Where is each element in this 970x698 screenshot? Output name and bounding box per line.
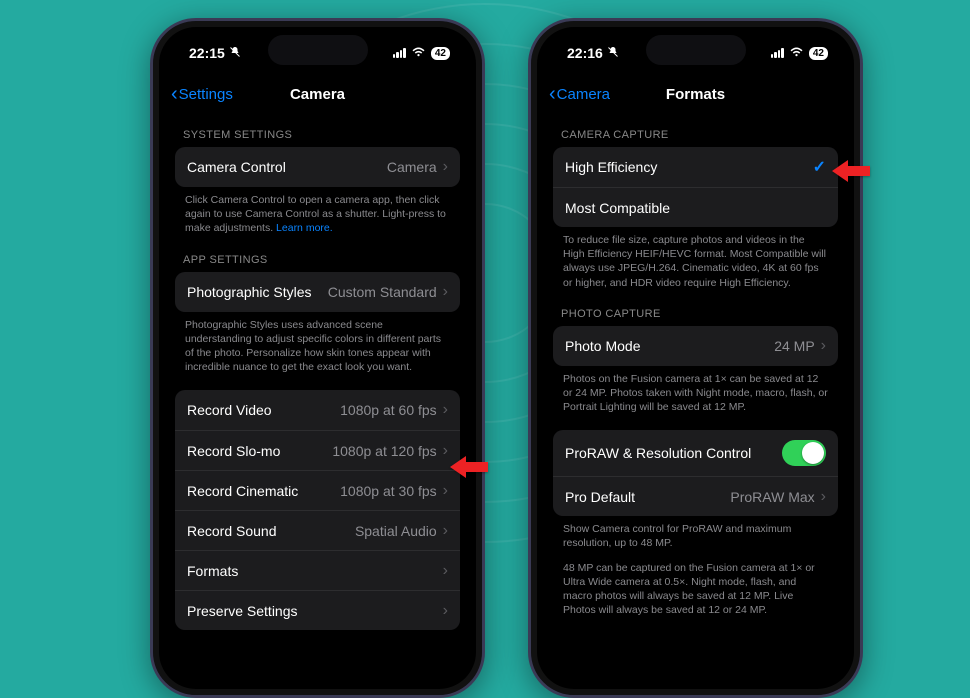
footer-photographic-styles: Photographic Styles uses advanced scene …	[175, 312, 460, 377]
bell-off-icon	[607, 45, 619, 61]
back-button[interactable]: ‹ Settings	[171, 83, 233, 106]
footer-proraw-1: Show Camera control for ProRAW and maxim…	[553, 516, 838, 552]
nav-bar: ‹ Settings Camera	[163, 75, 472, 113]
chevron-right-icon: ›	[443, 482, 448, 500]
row-record-slomo[interactable]: Record Slo-mo 1080p at 120 fps›	[175, 430, 460, 470]
row-camera-control[interactable]: Camera Control Camera ›	[175, 147, 460, 187]
footer-proraw-2: 48 MP can be captured on the Fusion came…	[553, 553, 838, 620]
phone-right: 22:16 42 ‹ Camera For	[528, 18, 863, 698]
battery-icon: 42	[431, 47, 450, 60]
row-record-sound[interactable]: Record Sound Spatial Audio›	[175, 510, 460, 550]
row-value: Camera	[387, 159, 437, 175]
row-value: 1080p at 30 fps	[340, 483, 437, 499]
back-button[interactable]: ‹ Camera	[549, 83, 610, 106]
footer-camera-control: Click Camera Control to open a camera ap…	[175, 187, 460, 238]
status-time: 22:16	[567, 45, 603, 61]
chevron-right-icon: ›	[443, 522, 448, 540]
row-value: 1080p at 60 fps	[340, 402, 437, 418]
chevron-right-icon: ›	[821, 488, 826, 506]
row-photographic-styles[interactable]: Photographic Styles Custom Standard ›	[175, 272, 460, 312]
row-record-cinematic[interactable]: Record Cinematic 1080p at 30 fps›	[175, 470, 460, 510]
wifi-icon	[789, 45, 804, 61]
dynamic-island	[646, 35, 746, 65]
bell-off-icon	[229, 45, 241, 61]
battery-icon: 42	[809, 47, 828, 60]
row-proraw-control[interactable]: ProRAW & Resolution Control	[553, 430, 838, 476]
pointer-arrow-formats	[448, 454, 490, 480]
section-header-capture: CAMERA CAPTURE	[553, 113, 838, 147]
row-preserve-settings[interactable]: Preserve Settings ›	[175, 590, 460, 630]
row-pro-default[interactable]: Pro Default ProRAW Max›	[553, 476, 838, 516]
chevron-right-icon: ›	[443, 562, 448, 580]
chevron-left-icon: ‹	[171, 83, 178, 106]
row-value: Custom Standard	[328, 284, 437, 300]
section-header-system: SYSTEM SETTINGS	[175, 113, 460, 147]
section-header-app: APP SETTINGS	[175, 238, 460, 272]
chevron-right-icon: ›	[443, 401, 448, 419]
row-most-compatible[interactable]: Most Compatible	[553, 187, 838, 227]
cellular-icon	[771, 48, 784, 58]
chevron-right-icon: ›	[443, 158, 448, 176]
row-value: ProRAW Max	[730, 489, 814, 505]
chevron-right-icon: ›	[443, 602, 448, 620]
wifi-icon	[411, 45, 426, 61]
chevron-right-icon: ›	[443, 283, 448, 301]
chevron-right-icon: ›	[821, 337, 826, 355]
footer-photo: Photos on the Fusion camera at 1× can be…	[553, 366, 838, 417]
row-high-efficiency[interactable]: High Efficiency ✓	[553, 147, 838, 187]
footer-capture: To reduce file size, capture photos and …	[553, 227, 838, 292]
cellular-icon	[393, 48, 406, 58]
back-label: Settings	[179, 86, 233, 103]
learn-more-link[interactable]: Learn more.	[276, 222, 333, 234]
phone-left: 22:15 42 ‹ Settings C	[150, 18, 485, 698]
chevron-left-icon: ‹	[549, 83, 556, 106]
row-value: 24 MP	[774, 338, 814, 354]
back-label: Camera	[557, 86, 610, 103]
dynamic-island	[268, 35, 368, 65]
row-value: Spatial Audio	[355, 523, 437, 539]
section-header-photo: PHOTO CAPTURE	[553, 292, 838, 326]
proraw-toggle[interactable]	[782, 440, 826, 466]
checkmark-icon: ✓	[813, 157, 826, 177]
status-time: 22:15	[189, 45, 225, 61]
row-record-video[interactable]: Record Video 1080p at 60 fps›	[175, 390, 460, 430]
nav-bar: ‹ Camera Formats	[541, 75, 850, 113]
row-value: 1080p at 120 fps	[332, 443, 436, 459]
pointer-arrow-high-efficiency	[830, 158, 872, 184]
row-photo-mode[interactable]: Photo Mode 24 MP›	[553, 326, 838, 366]
row-formats[interactable]: Formats ›	[175, 550, 460, 590]
